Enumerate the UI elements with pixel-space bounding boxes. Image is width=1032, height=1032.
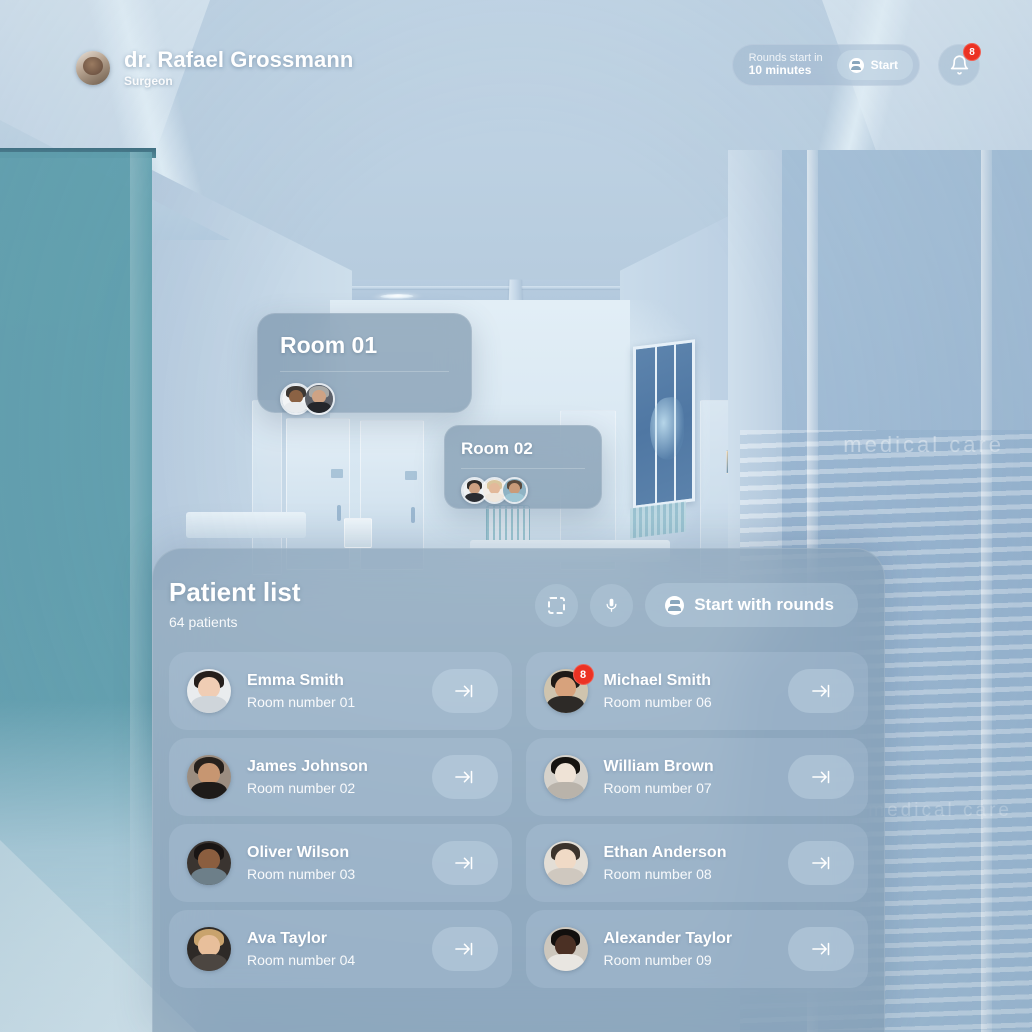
patient-list-panel: Patient list 64 patients Start with roun… (152, 548, 885, 1032)
notification-badge: 8 (963, 43, 981, 61)
patient-name: Alexander Taylor (603, 930, 733, 947)
patient-name: James Johnson (247, 758, 368, 775)
arrow-enter-icon (455, 942, 473, 956)
arrow-enter-icon (811, 942, 829, 956)
panel-title: Patient list (169, 577, 301, 607)
enter-room-button[interactable] (431, 841, 498, 885)
start-with-rounds-label: Start with rounds (694, 595, 834, 614)
patient-name: William Brown (603, 758, 714, 775)
doctor-role: Surgeon (124, 74, 173, 88)
avatar (303, 383, 335, 415)
scan-button[interactable] (535, 583, 579, 627)
divider (461, 468, 585, 469)
wall-artwork (633, 339, 695, 509)
enter-room-button[interactable] (788, 755, 854, 799)
rounds-timer-value: 10 minutes (748, 63, 812, 78)
microphone-button[interactable] (590, 583, 634, 627)
room-card-title: Room 02 (461, 439, 533, 458)
app-header: dr. Rafael Grossmann Surgeon Rounds star… (0, 0, 1032, 110)
bed-rail (486, 505, 530, 543)
patient-row[interactable]: James Johnson Room number 02 (169, 738, 512, 816)
divider (280, 371, 449, 372)
people-icon (848, 57, 864, 73)
arrow-enter-icon (811, 856, 829, 870)
patient-row[interactable]: Ava Taylor Room number 04 (169, 910, 512, 988)
enter-room-button[interactable] (431, 927, 498, 971)
enter-room-button[interactable] (788, 669, 854, 713)
enter-room-button[interactable] (788, 927, 854, 971)
panel-header-actions: Start with rounds (535, 583, 858, 627)
patient-room: Room number 03 (247, 866, 356, 882)
room-avatar-stack (280, 383, 449, 415)
start-rounds-button[interactable]: Start (836, 50, 913, 80)
glass-etched-text: medical care (868, 800, 1012, 821)
patient-name: Oliver Wilson (247, 844, 350, 861)
patient-room: Room number 08 (603, 866, 712, 882)
patient-row[interactable]: 8 Michael Smith Room number 06 (525, 652, 868, 730)
corridor-bench (186, 512, 306, 538)
patient-room: Room number 04 (247, 952, 356, 968)
enter-room-button[interactable] (788, 841, 854, 885)
patient-room: Room number 07 (603, 780, 712, 796)
avatar (543, 841, 588, 885)
doctor-profile[interactable]: dr. Rafael Grossmann Surgeon (76, 47, 353, 88)
arrow-enter-icon (455, 770, 473, 784)
arrow-enter-icon (811, 770, 829, 784)
patient-count: 64 patients (169, 614, 238, 630)
waste-bin (344, 518, 372, 548)
patient-row[interactable]: Emma Smith Room number 01 (169, 652, 512, 730)
page-title: dr. Rafael Grossmann (124, 47, 354, 72)
avatar (187, 841, 231, 885)
patient-room: Room number 01 (247, 694, 356, 710)
patient-row[interactable]: William Brown Room number 07 (525, 738, 868, 816)
notifications-button[interactable]: 8 (938, 43, 981, 86)
patient-row[interactable]: Oliver Wilson Room number 03 (169, 824, 512, 902)
patient-grid: Emma Smith Room number 01 8 Michael Smit… (153, 630, 884, 988)
room-avatar-stack (461, 477, 585, 504)
patient-room: Room number 09 (603, 952, 712, 968)
patient-room: Room number 06 (603, 694, 712, 710)
avatar (76, 50, 110, 85)
arrow-enter-icon (455, 684, 473, 698)
patient-list-header: Patient list 64 patients Start with roun… (153, 549, 884, 630)
patient-name: Emma Smith (247, 672, 344, 689)
enter-room-button[interactable] (431, 755, 498, 799)
people-icon (665, 595, 685, 615)
arrow-enter-icon (455, 856, 473, 870)
enter-room-button[interactable] (431, 669, 498, 713)
start-with-rounds-button[interactable]: Start with rounds (645, 583, 858, 627)
avatar (187, 669, 231, 713)
rounds-timer-pill: Rounds start in 10 minutes Start (731, 44, 920, 86)
patient-name: Michael Smith (603, 672, 712, 689)
patient-row[interactable]: Ethan Anderson Room number 08 (525, 824, 868, 902)
patient-name: Ethan Anderson (603, 844, 727, 861)
patient-row[interactable]: Alexander Taylor Room number 09 (525, 910, 868, 988)
avatar (501, 477, 528, 504)
patient-room: Room number 02 (247, 780, 356, 796)
room-card-01[interactable]: Room 01 (257, 313, 472, 415)
microphone-icon (606, 598, 617, 612)
arrow-enter-icon (811, 684, 829, 698)
patient-name: Ava Taylor (247, 930, 328, 947)
scan-frame-icon (548, 596, 566, 614)
avatar (543, 755, 588, 799)
room-card-title: Room 01 (280, 332, 378, 358)
avatar (187, 927, 231, 971)
app-root: medical care medical care dr. Rafael Gro… (0, 0, 1032, 1032)
room-card-02[interactable]: Room 02 (444, 425, 602, 509)
start-button-label: Start (870, 58, 898, 72)
avatar (187, 755, 231, 799)
patient-alert-badge: 8 (572, 664, 594, 685)
avatar (543, 927, 588, 971)
glass-etched-text: medical care (843, 432, 1004, 457)
header-actions: Rounds start in 10 minutes Start 8 (731, 43, 981, 86)
